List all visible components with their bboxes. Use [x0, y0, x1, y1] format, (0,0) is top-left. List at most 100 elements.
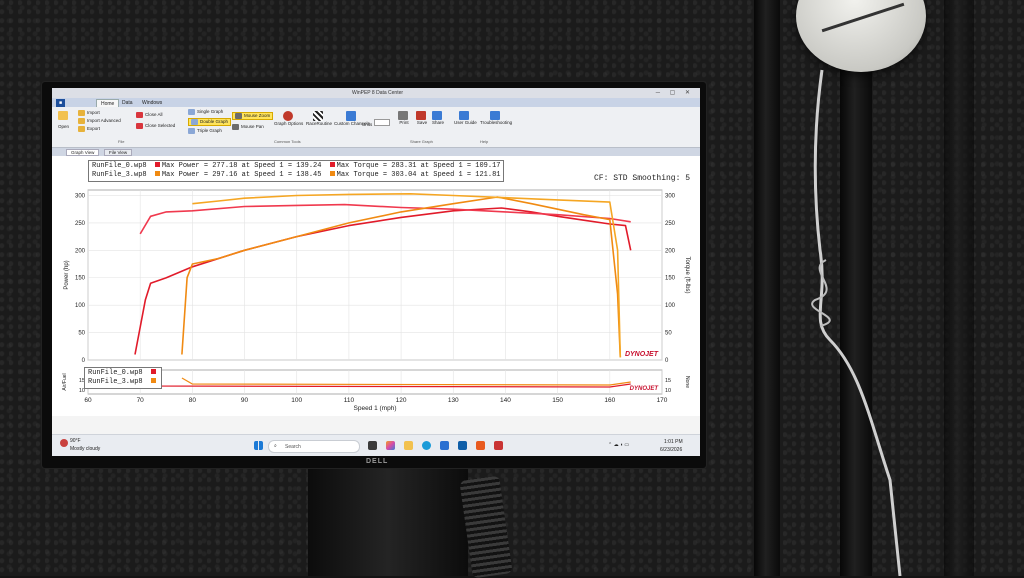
x-tick-label: 90 [241, 397, 249, 404]
single-graph-icon [188, 109, 195, 115]
dynojet-logo: DYNOJET [625, 351, 659, 358]
brave-icon[interactable] [476, 441, 485, 450]
share-icon [432, 111, 442, 120]
legend-swatch-run0-torque [329, 162, 335, 167]
taskbar-search[interactable]: ⌕ Search [268, 440, 360, 453]
y-right-tick-label: 50 [665, 331, 672, 337]
lower-plot-frame [87, 369, 663, 395]
import-advanced-icon [78, 118, 85, 124]
y-left-tick-label: 50 [78, 331, 85, 337]
legend-power-run0: Max Power = 277.18 at Speed 1 = 139.24 [161, 162, 322, 170]
store-icon[interactable] [440, 441, 449, 450]
legend-bottom-run3: RunFile_3.wp8 [88, 378, 158, 387]
conduit-pipe-left [754, 0, 780, 576]
close-all-button[interactable]: Close All [136, 112, 163, 118]
tab-file-view[interactable]: File View [104, 149, 133, 156]
troubleshooting-icon [490, 111, 501, 120]
mouse-zoom-button[interactable]: Mouse Zoom [232, 112, 274, 120]
legend-torque-run3: Max Torque = 303.04 at Speed 1 = 121.81 [336, 171, 501, 179]
triple-graph-icon [188, 128, 195, 134]
file-explorer-icon[interactable] [404, 441, 413, 450]
troubleshooting-button[interactable]: Troubleshooting [480, 111, 512, 125]
legend-swatch-run0-power [154, 162, 160, 167]
menu-tabs: ■ Home Data Windows [52, 98, 700, 108]
user-guide-button[interactable]: User Guide [454, 111, 477, 125]
legend-file-run3: RunFile_3.wp8 [92, 171, 147, 179]
open-label: Open [58, 124, 70, 129]
x-tick-label: 170 [657, 397, 668, 404]
tab-data[interactable]: Data [118, 99, 137, 107]
share-button[interactable]: Share [432, 111, 444, 125]
graph-options-button[interactable]: Graph Options [274, 111, 303, 126]
raceroutine-button[interactable]: RaceRoutine [306, 111, 332, 126]
y-left-tick-label: 200 [75, 248, 86, 254]
copilot-icon[interactable] [386, 441, 395, 450]
x-tick-label: 60 [84, 397, 92, 404]
legend-bottom-run0: RunFile_0.wp8 [88, 369, 158, 378]
y-right-tick-label: 150 [665, 276, 676, 282]
clock-date: 6/23/2026 [660, 447, 683, 453]
export-button[interactable]: Export [78, 126, 100, 132]
help-group-label: Help [480, 139, 489, 144]
system-tray-icons[interactable]: ⌃ ☁ ◖ ▭ [608, 442, 629, 448]
conduit-pipe-right [840, 50, 872, 576]
units-dropdown[interactable] [373, 119, 390, 126]
printer-icon [398, 111, 408, 120]
x-tick-label: 150 [552, 397, 563, 404]
x-axis-label: Speed 1 (mph) [354, 405, 397, 412]
x-tick-label: 120 [396, 397, 407, 404]
windows-start-icon[interactable] [254, 441, 263, 450]
double-graph-button[interactable]: Double Graph [188, 118, 232, 126]
cf-smoothing-text: CF: STD Smoothing: 5 [593, 174, 690, 183]
weather-desc: Mostly cloudy [70, 446, 101, 452]
edge-icon[interactable] [422, 441, 431, 450]
app-menu-icon[interactable]: ■ [56, 99, 66, 107]
y-left-tick-label: 150 [75, 276, 86, 282]
search-placeholder: Search [285, 444, 301, 450]
winpep-icon[interactable] [494, 441, 503, 450]
window-controls[interactable]: ─ ▢ ✕ [656, 89, 694, 96]
taskbar: 90°F Mostly cloudy ⌕ Search ⌃ ☁ ◖ ▭ 1:01… [52, 434, 700, 456]
weather-icon[interactable] [60, 439, 68, 447]
zoom-icon [235, 113, 242, 119]
legend-swatch-run3-power [154, 171, 160, 176]
y-left-tick-label: 0 [82, 358, 86, 364]
x-tick-label: 70 [137, 397, 145, 404]
y-right-tick-label: 300 [665, 193, 676, 199]
mouse-pan-button[interactable]: Mouse Pan [232, 124, 264, 130]
search-icon: ⌕ [274, 443, 277, 449]
legend-power-run3: Max Power = 297.16 at Speed 1 = 138.45 [161, 171, 322, 179]
graph-area: 60 70 80 90 100 110 120 130 140 150 160 170 0 50 100 15… [52, 156, 700, 416]
legend-swatch-run3-torque [329, 171, 335, 176]
legend-top: RunFile_0.wp8 Max Power = 277.18 at Spee… [88, 160, 505, 182]
folder-icon [58, 111, 68, 120]
units-select[interactable]: Units [362, 119, 390, 127]
save-button[interactable]: Save [416, 111, 428, 125]
x-tick-label: 130 [448, 397, 459, 404]
clock-time: 1:01 PM [664, 439, 683, 445]
close-selected-icon [136, 123, 143, 129]
single-graph-button[interactable]: Single Graph [188, 109, 223, 115]
import-advanced-button[interactable]: Import Advanced [78, 118, 121, 124]
close-selected-button[interactable]: Close Selected [136, 123, 175, 129]
print-button[interactable]: Print [398, 111, 410, 125]
export-icon [78, 126, 85, 132]
task-view-icon[interactable] [368, 441, 377, 450]
y-left-tick-label: 250 [75, 221, 86, 227]
outlook-icon[interactable] [458, 441, 467, 450]
monitor-screen: WinPEP 8 Data Center ─ ▢ ✕ ■ Home Data W… [52, 88, 700, 456]
y-left-axis-label: Power (hp) [64, 260, 70, 289]
x-tick-label: 100 [291, 397, 302, 404]
custom-channels-icon [345, 111, 356, 121]
window-title: WinPEP 8 Data Center [352, 90, 404, 96]
tab-windows[interactable]: Windows [138, 99, 166, 107]
wall-corner [944, 0, 974, 576]
open-button[interactable] [58, 111, 70, 120]
triple-graph-button[interactable]: Triple Graph [188, 128, 222, 134]
tab-graph-view[interactable]: Graph View [66, 149, 100, 156]
user-guide-icon [459, 111, 470, 120]
ribbon-toolbar: Open Import Import Advanced Export Close… [52, 107, 700, 148]
import-button[interactable]: Import [78, 110, 100, 116]
common-tools-label: Common Tools [274, 139, 301, 144]
monitor-brand: DELL [366, 458, 389, 465]
